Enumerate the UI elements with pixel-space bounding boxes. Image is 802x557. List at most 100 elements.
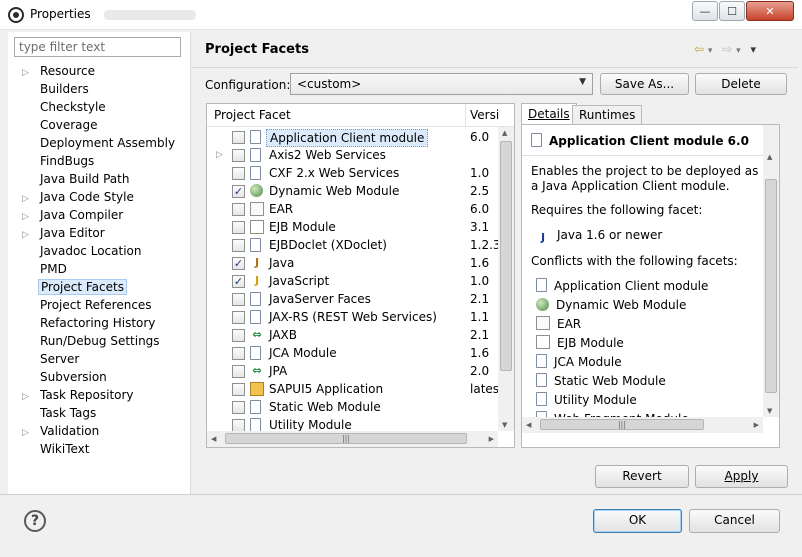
details-horizontal-scrollbar[interactable]: ◀ ||| ▶	[522, 417, 763, 433]
sidebar-item[interactable]: Javadoc Location	[22, 242, 182, 260]
sidebar-item[interactable]: ▷ Task Repository	[22, 386, 182, 404]
scrollbar-thumb[interactable]	[765, 179, 777, 393]
facet-checkbox[interactable]	[232, 293, 245, 306]
close-button[interactable]: ✕	[746, 1, 794, 21]
scroll-up-icon[interactable]: ▲	[767, 153, 772, 161]
sidebar-item[interactable]: Java Build Path	[22, 170, 182, 188]
scrollbar-thumb[interactable]: |||	[225, 433, 467, 444]
facet-row[interactable]: CXF 2.x Web Services 1.0	[207, 164, 497, 182]
sidebar-item[interactable]: Run/Debug Settings	[22, 332, 182, 350]
facet-checkbox[interactable]	[232, 239, 245, 252]
facet-row[interactable]: ✓ Dynamic Web Module 2.5	[207, 182, 497, 200]
facet-version[interactable]: 2.5	[470, 182, 489, 200]
revert-button[interactable]: Revert	[595, 465, 689, 488]
facet-checkbox[interactable]: ✓	[232, 275, 245, 288]
sidebar-item[interactable]: ▷ Validation	[22, 422, 182, 440]
tab-runtimes[interactable]: Runtimes	[572, 105, 643, 125]
facet-row[interactable]: SAPUI5 Application latest	[207, 380, 504, 398]
sidebar-item[interactable]: Deployment Assembly	[22, 134, 182, 152]
facet-checkbox[interactable]	[232, 383, 245, 396]
facet-checkbox[interactable]	[232, 203, 245, 216]
facet-row[interactable]: EAR 6.0	[207, 200, 497, 218]
facet-version[interactable]: 1.0	[470, 164, 489, 182]
facet-row[interactable]: JCA Module 1.6	[207, 344, 497, 362]
sidebar-item[interactable]: Task Tags	[22, 404, 182, 422]
facet-row[interactable]: Application Client module 6.0	[207, 128, 497, 147]
sidebar-item[interactable]: Project References	[22, 296, 182, 314]
facet-row[interactable]: JavaServer Faces 2.1	[207, 290, 497, 308]
facet-version[interactable]: 1.1	[470, 308, 489, 326]
facet-row[interactable]: Static Web Module	[207, 398, 497, 416]
facet-checkbox[interactable]	[232, 365, 245, 378]
tab-details[interactable]: Details	[521, 103, 577, 125]
sidebar-item[interactable]: FindBugs	[22, 152, 182, 170]
sidebar-item[interactable]: Refactoring History	[22, 314, 182, 332]
facet-row[interactable]: ⇔ JAXB 2.1	[207, 326, 497, 344]
facet-row[interactable]: JAX-RS (REST Web Services) 1.1	[207, 308, 497, 326]
facet-version[interactable]: 3.1	[470, 218, 489, 236]
sidebar-item[interactable]: ▷ Java Editor	[22, 224, 182, 242]
column-header-version[interactable]: Versi	[470, 108, 499, 122]
facet-row[interactable]: EJBDoclet (XDoclet) 1.2.3	[207, 236, 501, 254]
maximize-button[interactable]: ☐	[719, 1, 745, 21]
filter-input[interactable]	[14, 37, 181, 57]
forward-arrow-icon[interactable]: ⇨	[722, 42, 732, 56]
column-header-facet[interactable]: Project Facet	[214, 108, 291, 122]
facet-row[interactable]: ⇔ JPA 2.0	[207, 362, 497, 380]
save-as-button[interactable]: Save As...	[600, 73, 689, 95]
facet-row[interactable]: EJB Module 3.1	[207, 218, 497, 236]
sidebar-item[interactable]: Builders	[22, 80, 182, 98]
expand-arrow-icon[interactable]: ▷	[216, 146, 223, 164]
facet-checkbox[interactable]	[232, 131, 245, 144]
cancel-button[interactable]: Cancel	[689, 509, 780, 533]
scrollbar-thumb[interactable]	[500, 141, 512, 371]
help-icon[interactable]: ?	[24, 510, 46, 532]
facet-version[interactable]: 1.0	[470, 272, 489, 290]
forward-menu-icon[interactable]: ▾	[736, 46, 741, 56]
facet-row[interactable]: ▷ Axis2 Web Services	[207, 146, 497, 164]
facet-version[interactable]: 6.0	[470, 200, 489, 218]
view-menu-icon[interactable]: ▾	[751, 43, 757, 56]
scroll-left-icon[interactable]: ◀	[211, 435, 216, 443]
scrollbar-thumb[interactable]: |||	[540, 419, 704, 430]
sidebar-item[interactable]: PMD	[22, 260, 182, 278]
scroll-right-icon[interactable]: ▶	[489, 435, 494, 443]
scroll-down-icon[interactable]: ▼	[502, 421, 507, 429]
sidebar-item[interactable]: WikiText	[22, 440, 182, 458]
facet-checkbox[interactable]	[232, 347, 245, 360]
sidebar-item[interactable]: Subversion	[22, 368, 182, 386]
back-arrow-icon[interactable]: ⇦	[694, 42, 704, 56]
facet-version[interactable]: 1.6	[470, 254, 489, 272]
ok-button[interactable]: OK	[593, 509, 682, 533]
apply-button[interactable]: Apply	[695, 465, 788, 488]
configuration-combo[interactable]: <custom> ▼	[290, 73, 593, 95]
column-divider[interactable]	[465, 104, 466, 126]
sidebar-item[interactable]: ▷ Java Compiler	[22, 206, 182, 224]
facets-horizontal-scrollbar[interactable]: ◀ ||| ▶	[207, 431, 498, 447]
facet-version[interactable]: 6.0	[470, 128, 489, 146]
facet-version[interactable]: 1.6	[470, 344, 489, 362]
sidebar-item[interactable]: ▷ Resource	[22, 62, 182, 80]
facet-checkbox[interactable]: ✓	[232, 257, 245, 270]
facet-checkbox[interactable]	[232, 311, 245, 324]
sidebar-item[interactable]: Coverage	[22, 116, 182, 134]
facets-vertical-scrollbar[interactable]: ▲ ▼	[498, 127, 514, 431]
facet-checkbox[interactable]	[232, 167, 245, 180]
sidebar-item[interactable]: ▷ Java Code Style	[22, 188, 182, 206]
scroll-left-icon[interactable]: ◀	[526, 421, 531, 429]
scroll-right-icon[interactable]: ▶	[754, 421, 759, 429]
minimize-button[interactable]: —	[692, 1, 718, 21]
facet-checkbox[interactable]: ✓	[232, 185, 245, 198]
details-vertical-scrollbar[interactable]: ▲ ▼	[763, 125, 779, 417]
facet-row[interactable]: ✓ J JavaScript 1.0	[207, 272, 497, 290]
sidebar-item[interactable]: Server	[22, 350, 182, 368]
facet-checkbox[interactable]	[232, 221, 245, 234]
facet-checkbox[interactable]	[232, 329, 245, 342]
delete-button[interactable]: Delete	[695, 73, 787, 95]
facet-version[interactable]: 2.1	[470, 290, 489, 308]
facet-version[interactable]: 2.1	[470, 326, 489, 344]
facet-row[interactable]: ✓ J Java 1.6	[207, 254, 497, 272]
back-menu-icon[interactable]: ▾	[708, 46, 713, 56]
scroll-up-icon[interactable]: ▲	[502, 129, 507, 137]
sidebar-item[interactable]: Checkstyle	[22, 98, 182, 116]
